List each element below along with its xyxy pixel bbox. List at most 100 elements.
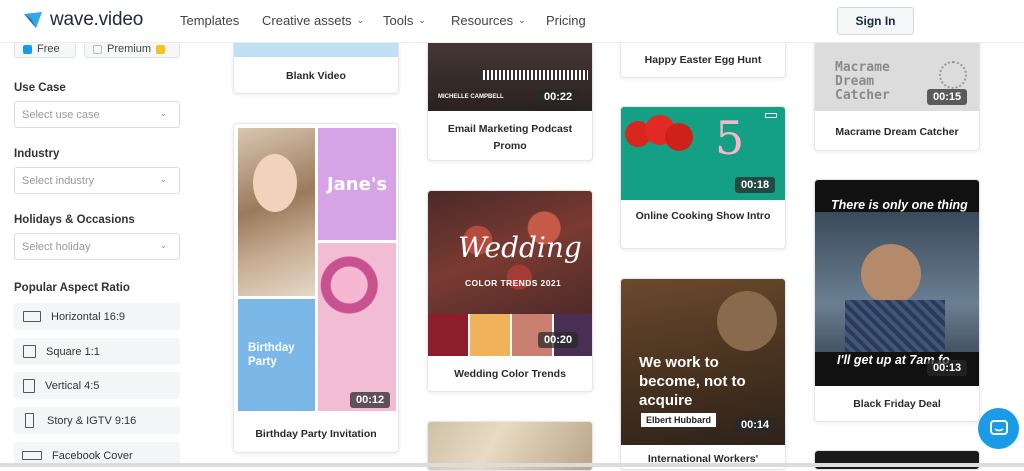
template-card-birthday[interactable]: Jane's Birthday Party 00:12 Birthday Par… — [233, 123, 399, 453]
template-title: Black Friday Deal — [853, 398, 941, 410]
horizontal-ratio-icon — [23, 311, 41, 322]
scrollbar-track[interactable] — [0, 463, 1024, 467]
tomato-shape — [665, 123, 693, 151]
use-case-select[interactable]: Select use case ⌄ — [14, 101, 180, 128]
chat-button[interactable] — [978, 408, 1019, 449]
nav-resources-label: Resources — [451, 13, 514, 28]
chat-icon — [989, 419, 1008, 435]
filter-free-chip[interactable]: Free — [14, 43, 76, 58]
overlay-party: Birthday Party — [248, 342, 295, 368]
name-panel: Jane's — [318, 128, 396, 240]
nav-tools[interactable]: Tools ⌄ — [383, 13, 451, 28]
wave-logo-icon — [24, 12, 42, 28]
template-title: Online Cooking Show Intro — [635, 210, 771, 222]
battery-icon — [765, 113, 777, 118]
overlay-author: Elbert Hubbard — [641, 413, 717, 427]
nav-creative-assets[interactable]: Creative assets ⌄ — [262, 13, 383, 28]
template-title: Blank Video — [286, 70, 346, 82]
template-title: Birthday Party Invitation — [255, 428, 377, 440]
aspect-square-label: Square 1:1 — [46, 345, 100, 358]
industry-placeholder: Select industry — [22, 174, 95, 187]
checkbox-unchecked-icon — [93, 44, 102, 54]
template-title: Email Marketing Podcast Promo — [447, 123, 573, 152]
chevron-down-icon: ⌄ — [159, 240, 167, 250]
overlay-macrame: Macrame Dream Catcher — [835, 60, 890, 103]
square-ratio-icon — [23, 345, 36, 358]
template-card-podcast[interactable]: MICHELLE CAMPBELL 00:22 Email Marketing … — [427, 30, 593, 161]
industry-select[interactable]: Select industry ⌄ — [14, 167, 180, 194]
overlay-number: 5 — [715, 111, 745, 165]
duration-badge: 00:22 — [538, 89, 579, 105]
main-nav: Templates Creative assets ⌄ Tools ⌄ Resour… — [180, 13, 586, 28]
filter-premium-chip[interactable]: Premium — [84, 43, 180, 58]
use-case-label: Use Case — [14, 82, 66, 94]
template-thumbnail: There is only one thing I'll get up at 7… — [815, 180, 979, 386]
duration-badge: 00:12 — [350, 392, 391, 408]
template-card-cooking[interactable]: 5 00:18 Online Cooking Show Intro — [620, 106, 786, 249]
girl-photo — [238, 128, 315, 296]
aspect-square-option[interactable]: Square 1:1 — [14, 338, 180, 365]
duration-badge: 00:14 — [735, 417, 776, 433]
sign-in-button[interactable]: Sign In — [837, 7, 914, 35]
template-card-wedding[interactable]: Wedding COLOR TRENDS 2021 00:20 Wedding … — [427, 190, 593, 392]
checkbox-checked-icon — [23, 44, 32, 54]
nav-creative-assets-label: Creative assets — [262, 13, 352, 28]
face-shape — [253, 154, 297, 212]
duration-badge: 00:15 — [927, 89, 968, 105]
chevron-down-icon: ⌄ — [356, 15, 365, 25]
overlay-color-trends: COLOR TRENDS 2021 — [465, 278, 562, 288]
template-card-workers[interactable]: We work to become, not to acquire Elbert… — [620, 278, 786, 470]
aspect-facebook-label: Facebook Cover — [52, 449, 133, 462]
overlay-name: Jane's — [326, 173, 388, 195]
holiday-placeholder: Select holiday — [22, 240, 91, 253]
aspect-horizontal-option[interactable]: Horizontal 16:9 — [14, 303, 180, 330]
overlay-quote: We work to become, not to acquire — [639, 354, 746, 409]
flower-decoration-icon — [939, 61, 967, 89]
brand-logo[interactable]: wave.video — [22, 9, 143, 31]
duration-badge: 00:13 — [927, 360, 968, 376]
crown-icon — [156, 44, 166, 54]
chevron-down-icon: ⌄ — [518, 15, 526, 25]
chevron-down-icon: ⌄ — [159, 108, 167, 118]
plaid-shirt — [845, 300, 945, 352]
aspect-story-label: Story & IGTV 9:16 — [47, 414, 137, 427]
nav-templates[interactable]: Templates — [180, 13, 262, 28]
filter-premium-label: Premium — [107, 43, 152, 55]
audio-wave — [483, 70, 588, 80]
overlay-speaker: MICHELLE CAMPBELL — [438, 94, 504, 100]
nav-pricing-label: Pricing — [546, 13, 586, 28]
template-title: Happy Easter Egg Hunt — [644, 54, 762, 66]
holiday-select[interactable]: Select holiday ⌄ — [14, 233, 180, 260]
use-case-placeholder: Select use case — [22, 108, 100, 121]
vertical-ratio-icon — [23, 378, 35, 393]
holidays-label: Holidays & Occasions — [14, 214, 135, 226]
nav-pricing[interactable]: Pricing — [546, 13, 586, 28]
donut-photo — [318, 243, 396, 411]
swatch-burgundy — [428, 314, 470, 356]
filter-sidebar: Free Premium Use Case Select use case ⌄ … — [0, 43, 200, 467]
aspect-vertical-label: Vertical 4:5 — [45, 379, 100, 392]
overlay-top-text: There is only one thing — [831, 198, 968, 212]
industry-label: Industry — [14, 148, 60, 160]
brand-name: wave.video — [50, 9, 144, 30]
aspect-ratio-label: Popular Aspect Ratio — [14, 282, 130, 294]
overlay-wedding: Wedding — [458, 231, 582, 264]
aspect-vertical-option[interactable]: Vertical 4:5 — [14, 372, 180, 399]
template-card-black-friday[interactable]: There is only one thing I'll get up at 7… — [814, 179, 980, 422]
template-title: Macrame Dream Catcher — [835, 126, 959, 138]
nav-templates-label: Templates — [180, 13, 240, 28]
chevron-down-icon: ⌄ — [159, 174, 167, 184]
filter-free-label: Free — [37, 43, 60, 55]
template-thumbnail: Jane's Birthday Party — [234, 124, 398, 414]
aspect-story-option[interactable]: Story & IGTV 9:16 — [14, 407, 180, 434]
aspect-horizontal-label: Horizontal 16:9 — [51, 310, 125, 323]
template-card-partial-2[interactable] — [814, 450, 980, 470]
driver-photo — [861, 244, 921, 304]
party-panel: Birthday Party — [238, 299, 315, 411]
story-ratio-icon — [25, 413, 34, 428]
nav-tools-label: Tools — [383, 13, 414, 28]
facebook-cover-ratio-icon — [22, 451, 42, 460]
template-card-macrame[interactable]: Macrame Dream Catcher 00:15 Macrame Drea… — [814, 30, 980, 151]
nav-resources[interactable]: Resources ⌄ — [451, 13, 546, 28]
swatch-gold — [470, 314, 512, 356]
